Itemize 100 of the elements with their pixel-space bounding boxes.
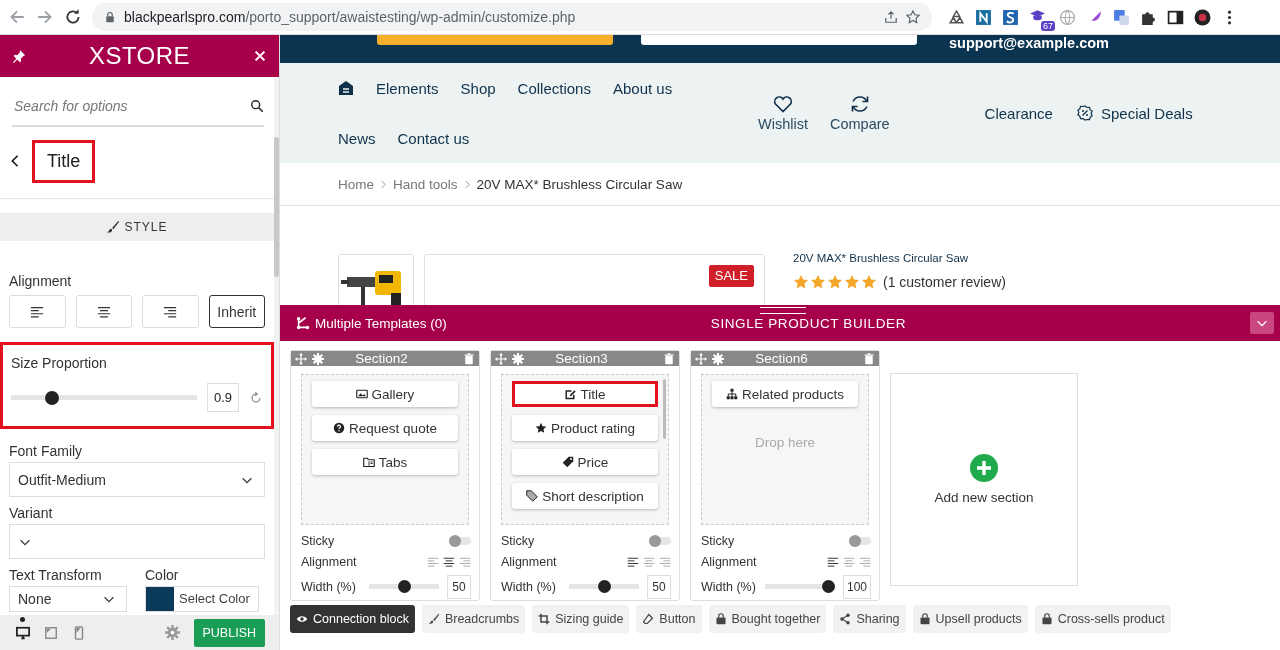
sidebar-icon[interactable] [1167, 8, 1184, 26]
move-icon[interactable] [295, 352, 307, 365]
nav-link[interactable]: Special Deals [1100, 104, 1193, 122]
align-left-icon[interactable] [627, 556, 639, 569]
home-icon[interactable] [338, 80, 354, 96]
nav-link[interactable]: Collections [517, 79, 591, 97]
element-tab[interactable]: Upsell products [912, 605, 1028, 633]
slider-thumb[interactable] [45, 390, 60, 405]
element-block[interactable]: Price [512, 449, 658, 476]
element-block[interactable]: Tabs [312, 449, 458, 476]
nav-link[interactable]: Clearance [984, 104, 1053, 122]
close-icon[interactable] [253, 49, 267, 63]
slider-thumb[interactable] [397, 580, 411, 594]
scrollbar[interactable] [274, 77, 279, 615]
reload-icon[interactable] [64, 8, 82, 26]
add-section-button[interactable]: Add new section [890, 373, 1078, 586]
section-name: Section6 [754, 351, 809, 367]
section-title: Title [32, 139, 96, 183]
align-left-icon[interactable] [827, 556, 839, 569]
nav-link[interactable]: Shop [460, 79, 496, 97]
alignment-option[interactable] [142, 295, 199, 328]
discount-icon[interactable] [1076, 105, 1093, 121]
tablet-icon[interactable] [44, 625, 58, 640]
value-field[interactable]: 50 [447, 574, 471, 599]
star-icon [827, 274, 843, 290]
trash-icon[interactable] [863, 352, 875, 365]
breadcrumb-item[interactable]: Hand tools [393, 176, 458, 192]
share-icon[interactable] [884, 10, 898, 24]
value-field[interactable]: 100 [842, 574, 871, 599]
element-tab[interactable]: Button [636, 605, 702, 633]
collapse-button[interactable] [1250, 312, 1274, 334]
value-field[interactable]: 50 [647, 574, 671, 599]
pin-icon[interactable] [12, 49, 26, 63]
slider-thumb[interactable] [821, 580, 835, 594]
value-field[interactable]: 0.9 [206, 383, 239, 412]
font-family-select[interactable]: Outfit-Medium [9, 462, 265, 497]
refresh-icon[interactable] [849, 94, 870, 114]
element-tab[interactable]: Bought together [708, 605, 827, 633]
option-label: Alignment [701, 555, 757, 570]
element-tab[interactable]: Sizing guide [532, 605, 630, 633]
avatar-icon[interactable] [1194, 8, 1211, 26]
drag-handle[interactable] [760, 307, 806, 314]
heart-icon[interactable] [772, 94, 793, 114]
alignment-option[interactable] [9, 295, 66, 328]
extension-icon[interactable] [975, 8, 992, 26]
product-title: 20V MAX* Brushless Circular Saw [793, 252, 970, 264]
style-tab[interactable]: STYLE [0, 213, 274, 241]
section-name: Section3 [554, 351, 609, 367]
element-block[interactable]: Gallery [312, 381, 458, 408]
settings-icon[interactable] [164, 625, 180, 640]
nav-link[interactable]: About us [612, 79, 673, 97]
desktop-icon[interactable] [16, 625, 30, 640]
option-label: Alignment [501, 555, 557, 570]
forward-icon[interactable] [36, 8, 54, 26]
text-transform-select[interactable]: None [9, 586, 127, 612]
align-center-icon[interactable] [443, 556, 455, 569]
element-block[interactable]: Related products [712, 381, 858, 408]
reset-icon[interactable] [249, 390, 263, 405]
element-block[interactable]: Request quote [312, 415, 458, 442]
translate-icon[interactable] [1113, 8, 1130, 26]
extension-icon[interactable] [1002, 8, 1019, 26]
bookmark-star-icon[interactable] [906, 10, 920, 24]
color-swatch[interactable] [146, 587, 174, 611]
review-link[interactable]: (1 customer review) [883, 274, 1006, 290]
templates-link[interactable]: Multiple Templates (0) [315, 315, 447, 331]
alignment-option[interactable] [75, 295, 132, 328]
alignment-option[interactable]: Inherit [208, 295, 265, 328]
sale-badge: SALE [708, 265, 754, 287]
element-tab[interactable]: Cross-sells product [1034, 605, 1171, 633]
scrollbar[interactable] [663, 379, 666, 440]
element-tab[interactable]: Sharing [833, 605, 906, 633]
element-tab[interactable]: Connection block [290, 605, 415, 633]
element-block[interactable]: Title [512, 381, 658, 408]
search-field[interactable]: Search for options [12, 97, 250, 115]
address-bar[interactable]: blackpearlspro.com/porto_support/awaistesting/wp-admin/customize.php [92, 3, 932, 31]
align-center-icon [96, 304, 111, 319]
nav-link[interactable]: Contact us [397, 129, 470, 147]
breadcrumb-item[interactable]: Home [338, 176, 374, 192]
header-field[interactable] [641, 35, 917, 45]
element-block[interactable]: Product rating [512, 415, 658, 442]
nav-link[interactable]: News [338, 129, 376, 147]
header-action-label[interactable]: Wishlist [758, 116, 808, 132]
element-tab[interactable]: Breadcrumbs [421, 605, 526, 633]
move-icon[interactable] [495, 352, 507, 365]
slider-thumb[interactable] [597, 580, 611, 594]
recycle-icon[interactable] [948, 8, 965, 26]
move-icon[interactable] [695, 352, 707, 365]
sticky-toggle[interactable] [849, 537, 871, 546]
sticky-toggle[interactable] [649, 537, 671, 546]
sitemap-icon [725, 388, 738, 401]
sticky-toggle[interactable] [449, 537, 471, 546]
field-label: Text Transform [9, 567, 103, 583]
trash-icon[interactable] [463, 352, 475, 365]
trash-icon[interactable] [663, 352, 675, 365]
element-block[interactable]: Short description [512, 483, 658, 510]
mobile-icon[interactable] [72, 625, 86, 640]
brush-icon [106, 220, 121, 234]
crop-icon [538, 613, 551, 625]
header-action-label[interactable]: Compare [829, 116, 890, 132]
nav-link[interactable]: Elements [376, 79, 439, 97]
